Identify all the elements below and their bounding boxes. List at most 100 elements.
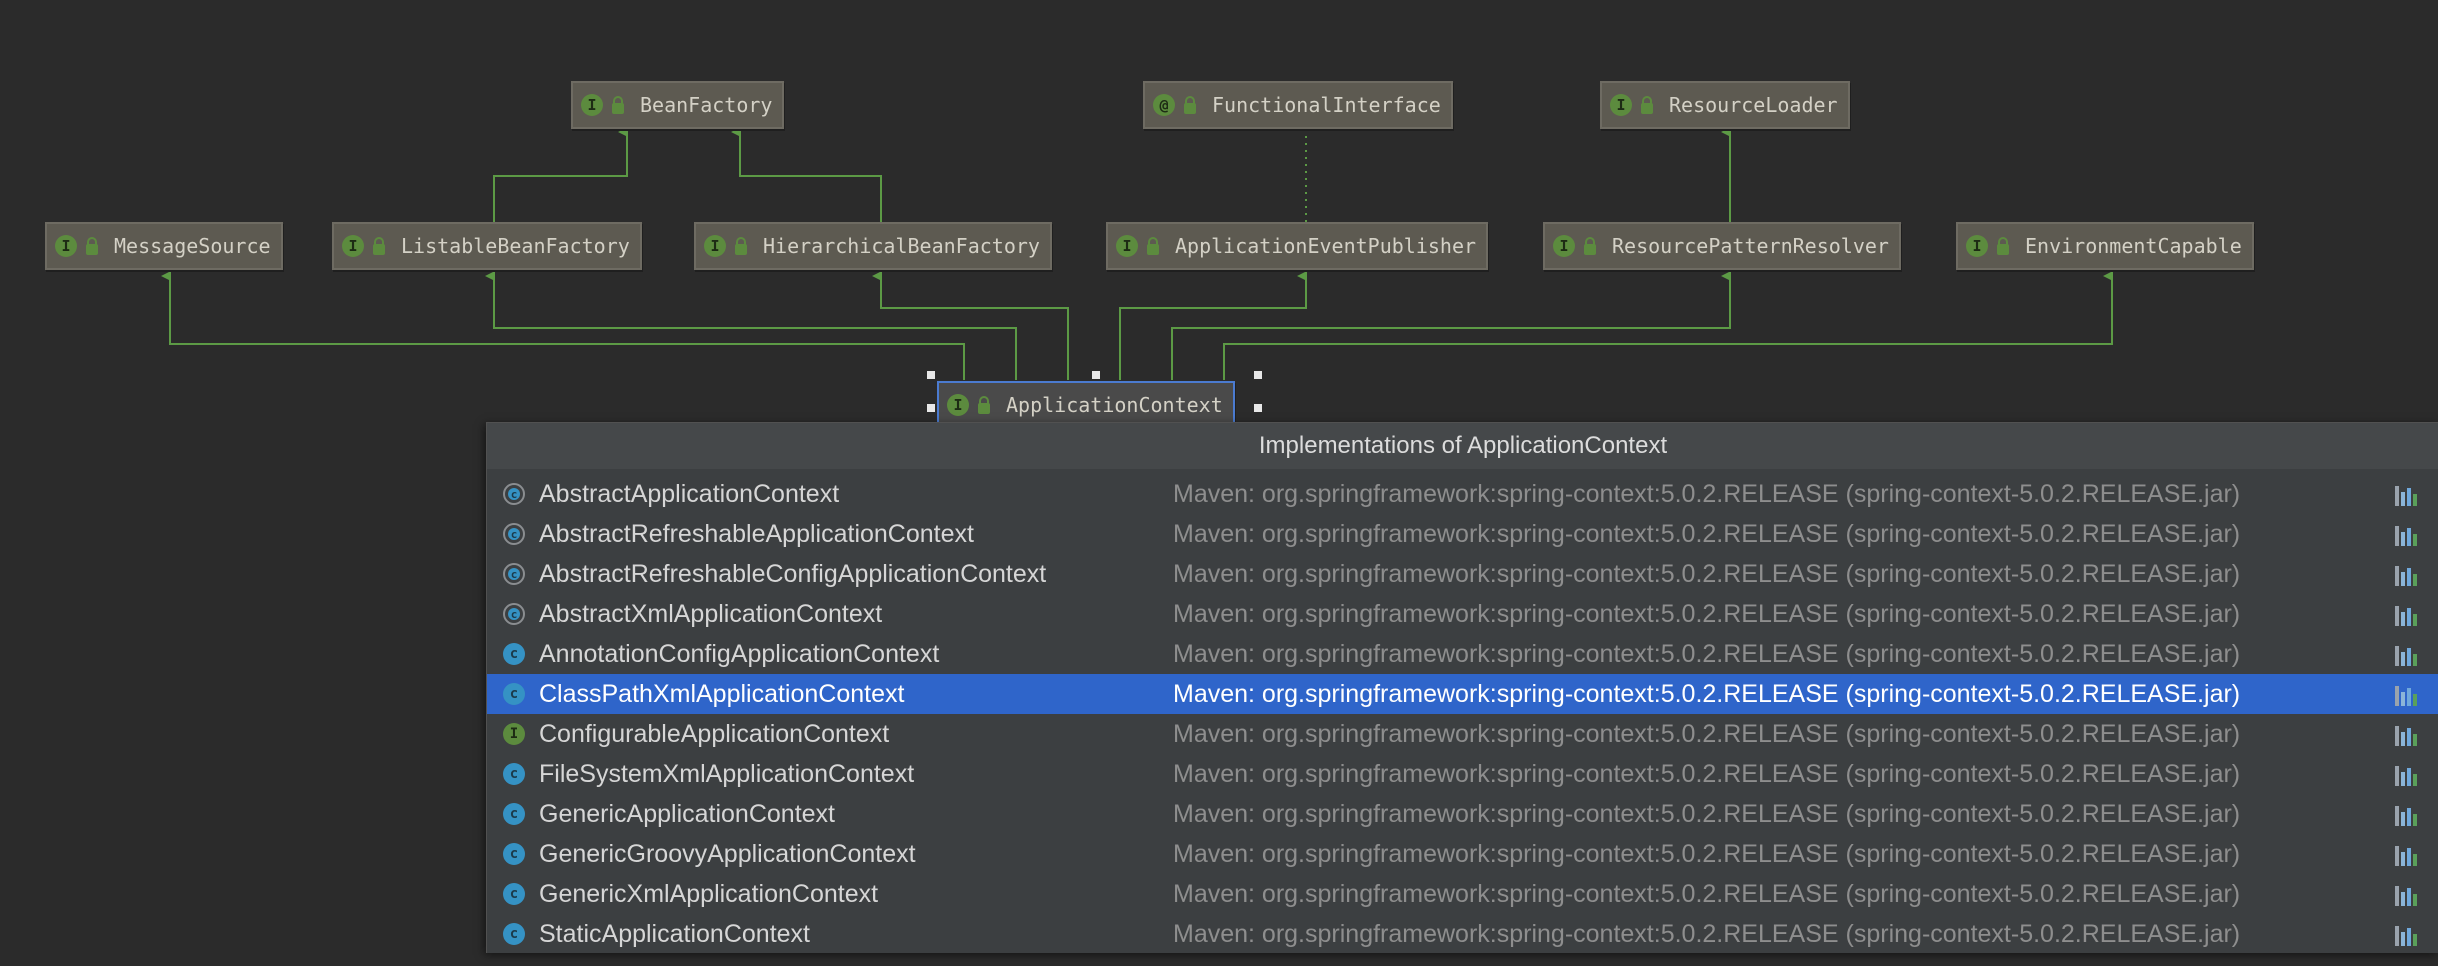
library-source: Maven: org.springframework:spring-contex… <box>1173 599 2241 628</box>
class-icon: c <box>503 803 525 825</box>
class-icon: c <box>503 923 525 945</box>
popup-title: Implementations of ApplicationContext <box>1258 432 1668 459</box>
popup-header: Implementations of ApplicationContext <box>487 423 2438 469</box>
lock-icon <box>1147 236 1159 255</box>
interface-icon: I <box>1116 235 1138 257</box>
library-source: Maven: org.springframework:spring-contex… <box>1173 879 2241 908</box>
node-hierarchical-bean-factory[interactable]: I HierarchicalBeanFactory <box>694 222 1052 270</box>
abstract-class-icon: c <box>503 603 525 625</box>
class-name: AbstractRefreshableApplicationContext <box>539 519 974 548</box>
library-icon <box>2395 804 2417 826</box>
interface-icon: I <box>704 235 726 257</box>
lock-icon <box>86 236 98 255</box>
class-name: ConfigurableApplicationContext <box>539 719 890 748</box>
implementations-popup[interactable]: Implementations of ApplicationContext cA… <box>486 422 2438 953</box>
library-icon <box>2395 644 2417 666</box>
list-item[interactable]: c AbstractXmlApplicationContext Maven: org… <box>487 594 2438 634</box>
list-item[interactable]: c GenericGroovyApplicationContext Maven: o… <box>487 834 2438 874</box>
library-icon <box>2395 924 2417 946</box>
node-application-event-publisher[interactable]: I ApplicationEventPublisher <box>1106 222 1489 270</box>
node-label: ApplicationEventPublisher <box>1175 234 1477 258</box>
library-icon <box>2395 844 2417 866</box>
interface-icon: I <box>1553 235 1575 257</box>
class-name: GenericGroovyApplicationContext <box>539 839 916 868</box>
interface-icon: I <box>1966 235 1988 257</box>
resize-handle-top[interactable] <box>1092 371 1100 379</box>
class-name: ClassPathXmlApplicationContext <box>539 679 905 708</box>
list-item[interactable]: c AbstractRefreshableApplicationContext Ma… <box>487 514 2438 554</box>
node-label: ResourcePatternResolver <box>1612 234 1889 258</box>
library-icon <box>2395 764 2417 786</box>
node-label: EnvironmentCapable <box>2025 234 2242 258</box>
node-label: ListableBeanFactory <box>401 234 630 258</box>
class-icon: c <box>503 763 525 785</box>
library-source: Maven: org.springframework:spring-contex… <box>1173 479 2241 508</box>
class-name: FileSystemXmlApplicationContext <box>539 759 915 788</box>
class-icon: c <box>503 643 525 665</box>
list-item[interactable]: c ClassPathXmlApplicationContext Maven: or… <box>487 674 2438 714</box>
node-label: BeanFactory <box>640 93 773 117</box>
node-resource-pattern-resolver[interactable]: I ResourcePatternResolver <box>1543 222 1901 270</box>
node-environment-capable[interactable]: I EnvironmentCapable <box>1956 222 2254 270</box>
library-source: Maven: org.springframework:spring-contex… <box>1173 679 2241 708</box>
lock-icon <box>1641 95 1653 114</box>
list-item[interactable]: c StaticApplicationContext Maven: org.spri… <box>487 914 2438 954</box>
list-item[interactable]: c AbstractApplicationContext Maven: org.sp… <box>487 474 2438 514</box>
class-name: AbstractApplicationContext <box>539 479 840 508</box>
library-source: Maven: org.springframework:spring-contex… <box>1173 919 2241 948</box>
node-listable-bean-factory[interactable]: I ListableBeanFactory <box>332 222 642 270</box>
abstract-class-icon: c <box>503 483 525 505</box>
edge-context-to-resolver <box>1171 271 1731 380</box>
library-icon <box>2395 884 2417 906</box>
node-bean-factory[interactable]: I BeanFactory <box>571 81 785 129</box>
library-icon <box>2395 524 2417 546</box>
interface-icon: I <box>947 394 969 416</box>
node-functional-interface[interactable]: @ FunctionalInterface <box>1143 81 1453 129</box>
interface-icon: I <box>581 94 603 116</box>
interface-icon: I <box>1610 94 1632 116</box>
class-icon: c <box>503 883 525 905</box>
edge-listable-to-beanfactory <box>493 127 628 222</box>
lock-icon <box>373 236 385 255</box>
class-name: AbstractXmlApplicationContext <box>539 599 883 628</box>
class-icon: c <box>503 843 525 865</box>
library-source: Maven: org.springframework:spring-contex… <box>1173 519 2241 548</box>
library-source: Maven: org.springframework:spring-contex… <box>1173 799 2241 828</box>
class-icon: c <box>503 683 525 705</box>
node-label: ResourceLoader <box>1669 93 1838 117</box>
list-item[interactable]: c FileSystemXmlApplicationContext Maven: o… <box>487 754 2438 794</box>
interface-icon: I <box>342 235 364 257</box>
resize-handle-left[interactable] <box>927 404 935 412</box>
resize-handle-top-left[interactable] <box>927 371 935 379</box>
library-source: Maven: org.springframework:spring-contex… <box>1173 719 2241 748</box>
implementations-list[interactable]: c AbstractApplicationContext Maven: org.sp… <box>487 474 2438 954</box>
interface-icon: I <box>503 723 525 745</box>
interface-icon: I <box>55 235 77 257</box>
library-icon <box>2395 484 2417 506</box>
library-icon <box>2395 724 2417 746</box>
list-item[interactable]: c AbstractRefreshableConfigApplicationCon… <box>487 554 2438 594</box>
annotation-icon: @ <box>1153 94 1175 116</box>
class-name: StaticApplicationContext <box>539 919 810 948</box>
library-source: Maven: org.springframework:spring-contex… <box>1173 559 2241 588</box>
list-item[interactable]: c AnnotationConfigApplicationContext Maven… <box>487 634 2438 674</box>
list-item[interactable]: c GenericApplicationContext Maven: org.spr… <box>487 794 2438 834</box>
class-name: AbstractRefreshableConfigApplicationCont… <box>539 559 1047 588</box>
lock-icon <box>1997 236 2009 255</box>
lock-icon <box>1184 95 1196 114</box>
edge-hierarchical-to-beanfactory <box>731 127 882 222</box>
class-name: GenericApplicationContext <box>539 799 835 828</box>
node-label: ApplicationContext <box>1006 393 1223 417</box>
resize-handle-top-right[interactable] <box>1254 371 1262 379</box>
list-item[interactable]: c GenericXmlApplicationContext Maven: org.… <box>487 874 2438 914</box>
class-name: AnnotationConfigApplicationContext <box>539 639 940 668</box>
node-resource-loader[interactable]: I ResourceLoader <box>1600 81 1850 129</box>
node-label: HierarchicalBeanFactory <box>763 234 1040 258</box>
library-source: Maven: org.springframework:spring-contex… <box>1173 839 2241 868</box>
list-item[interactable]: I ConfigurableApplicationContext Maven: or… <box>487 714 2438 754</box>
resize-handle-right[interactable] <box>1254 404 1262 412</box>
library-icon <box>2395 684 2417 706</box>
library-icon <box>2395 564 2417 586</box>
node-message-source[interactable]: I MessageSource <box>45 222 283 270</box>
lock-icon <box>735 236 747 255</box>
